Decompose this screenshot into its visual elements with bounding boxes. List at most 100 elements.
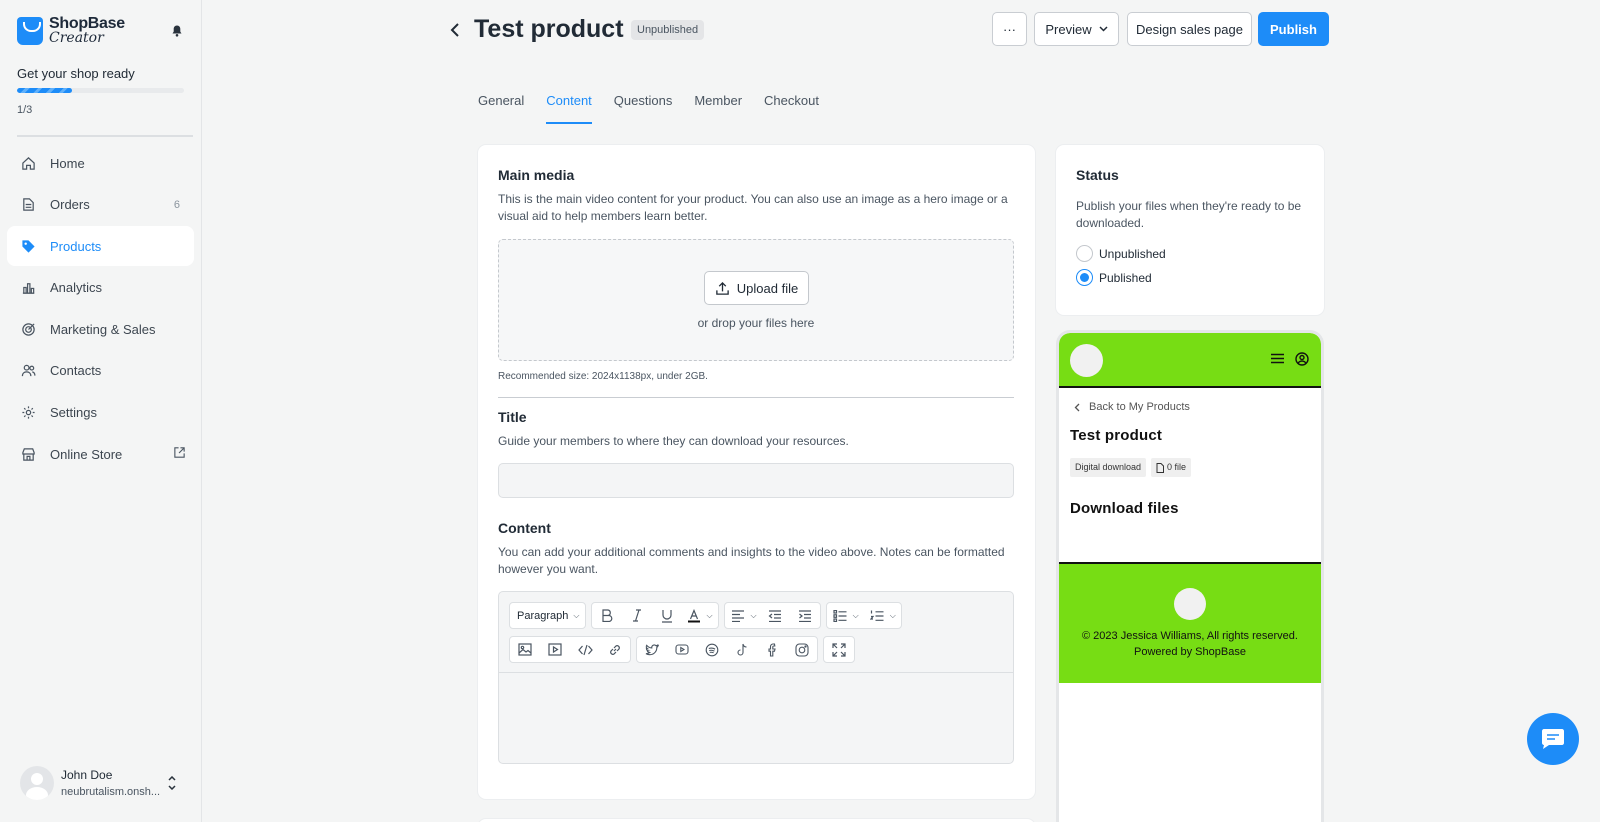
bell-icon[interactable] — [171, 25, 183, 37]
sidebar-item-marketing[interactable]: Marketing & Sales — [7, 309, 194, 349]
recommended-size: Recommended size: 2024x1138px, under 2GB… — [498, 371, 708, 382]
facebook-icon[interactable] — [757, 637, 787, 662]
product-tabs: General Content Questions Member Checkou… — [478, 93, 841, 124]
bullet-list-icon[interactable] — [827, 603, 853, 628]
preview-product-title: Test product — [1070, 427, 1163, 444]
media-dropzone[interactable]: Upload file or drop your files here — [498, 239, 1014, 361]
preview-tags: Digital download 0 file — [1070, 458, 1196, 477]
fullscreen-icon[interactable] — [824, 637, 854, 662]
progress-fill — [17, 88, 73, 93]
sidebar-item-label: Contacts — [50, 363, 102, 379]
tag-icon — [20, 238, 36, 254]
outdent-icon[interactable] — [760, 603, 790, 628]
tiktok-icon[interactable] — [727, 637, 757, 662]
chevron-down-icon[interactable]: ⌵ — [853, 611, 859, 621]
radio-unpublished[interactable]: Unpublished — [1076, 245, 1166, 262]
indent-icon[interactable] — [790, 603, 820, 628]
code-icon[interactable] — [570, 637, 600, 662]
italic-icon[interactable] — [622, 603, 652, 628]
align-left-icon[interactable] — [725, 603, 751, 628]
underline-icon[interactable] — [652, 603, 682, 628]
external-link-icon[interactable] — [173, 446, 186, 462]
publish-button[interactable]: Publish — [1258, 12, 1329, 46]
preview-button[interactable]: Preview — [1034, 12, 1119, 46]
back-to-products-link[interactable]: Back to My Products — [1074, 401, 1190, 413]
tag-digital-download: Digital download — [1070, 458, 1147, 477]
back-label: Back to My Products — [1089, 401, 1190, 413]
main-media-title: Main media — [498, 167, 575, 183]
design-sales-page-button[interactable]: Design sales page — [1127, 12, 1252, 46]
sidebar-item-label: Online Store — [50, 446, 123, 462]
storefront-preview: Back to My Products Test product Digital… — [1056, 330, 1324, 822]
shop-ready-label[interactable]: Get your shop ready — [17, 66, 135, 81]
link-icon[interactable] — [600, 637, 630, 662]
main-media-description: This is the main video content for your … — [498, 192, 1008, 223]
back-arrow-icon[interactable] — [448, 21, 462, 39]
user-store: neubrutalism.onsh... — [61, 786, 161, 798]
chevron-down-icon[interactable]: ⌵ — [706, 611, 712, 621]
bold-icon[interactable] — [592, 603, 622, 628]
file-icon — [1156, 462, 1165, 473]
home-icon — [20, 155, 36, 171]
twitter-icon[interactable] — [637, 637, 667, 662]
video-icon[interactable] — [540, 637, 570, 662]
image-icon[interactable] — [510, 637, 540, 662]
sidebar-item-label: Orders — [50, 197, 90, 213]
radio-published[interactable]: Published — [1076, 269, 1152, 286]
chevron-down-icon[interactable]: ⌵ — [890, 611, 896, 621]
preview-header — [1059, 333, 1321, 388]
chat-button[interactable] — [1527, 713, 1579, 765]
user-account-icon[interactable] — [1295, 352, 1309, 366]
content-description: You can add your additional comments and… — [498, 545, 1005, 576]
youtube-icon[interactable] — [667, 637, 697, 662]
numbered-list-icon[interactable] — [864, 603, 890, 628]
tab-general[interactable]: General — [478, 93, 524, 124]
radio-label: Unpublished — [1099, 246, 1166, 261]
hamburger-menu-icon[interactable] — [1271, 353, 1284, 364]
sidebar-item-analytics[interactable]: Analytics — [7, 268, 194, 308]
sidebar-item-home[interactable]: Home — [7, 143, 194, 183]
copyright-text: © 2023 Jessica Williams, All rights rese… — [1082, 630, 1298, 642]
paragraph-select[interactable]: Paragraph ⌵ — [509, 602, 587, 629]
content-card: Main media This is the main video conten… — [478, 145, 1035, 799]
upload-file-button[interactable]: Upload file — [704, 271, 809, 305]
chat-bubble-icon — [1542, 729, 1564, 749]
tab-checkout[interactable]: Checkout — [764, 93, 819, 124]
sidebar-item-label: Marketing & Sales — [50, 321, 156, 337]
chevron-down-icon: ⌵ — [573, 610, 580, 620]
chevron-down-icon[interactable]: ⌵ — [751, 611, 757, 621]
sidebar-item-settings[interactable]: Settings — [7, 393, 194, 433]
shopping-bag-icon — [17, 16, 43, 45]
tab-member[interactable]: Member — [694, 93, 742, 124]
spotify-icon[interactable] — [697, 637, 727, 662]
sidebar-item-contacts[interactable]: Contacts — [7, 351, 194, 391]
radio-button-selected[interactable] — [1076, 269, 1093, 286]
more-actions-button[interactable]: ··· — [992, 12, 1027, 46]
user-profile[interactable]: John Doe neubrutalism.onsh... — [20, 766, 160, 800]
avatar — [20, 766, 54, 800]
instagram-icon[interactable] — [787, 637, 817, 662]
powered-by-text: Powered by ShopBase — [1134, 646, 1246, 658]
upload-icon — [716, 281, 729, 295]
tab-questions[interactable]: Questions — [614, 93, 673, 124]
shopbase-logo[interactable]: ShopBase Creator — [17, 16, 125, 45]
rich-text-editor: Paragraph ⌵ ⌵ ⌵ ⌵ ⌵ — [498, 591, 1014, 764]
title-input[interactable] — [498, 463, 1014, 498]
editor-toolbar: Paragraph ⌵ ⌵ ⌵ ⌵ ⌵ — [499, 592, 1013, 673]
target-icon — [20, 321, 36, 337]
sidebar-item-products[interactable]: Products — [7, 226, 194, 267]
radio-button[interactable] — [1076, 245, 1093, 262]
setup-progress-bar — [17, 88, 184, 93]
footer-logo — [1174, 588, 1206, 620]
preview-footer: © 2023 Jessica Williams, All rights rese… — [1059, 562, 1321, 683]
text-color-icon[interactable] — [682, 603, 706, 628]
radio-label: Published — [1099, 270, 1152, 285]
sidebar-item-online-store[interactable]: Online Store — [7, 434, 194, 474]
sidebar: ShopBase Creator Get your shop ready 1/3… — [0, 0, 202, 822]
tab-content[interactable]: Content — [546, 93, 592, 124]
sidebar-item-orders[interactable]: Orders 6 — [7, 185, 194, 225]
sidebar-divider — [17, 135, 193, 137]
editor-body[interactable] — [499, 673, 1013, 763]
chevron-up-down-icon[interactable] — [167, 776, 177, 790]
progress-count: 1/3 — [17, 104, 33, 116]
